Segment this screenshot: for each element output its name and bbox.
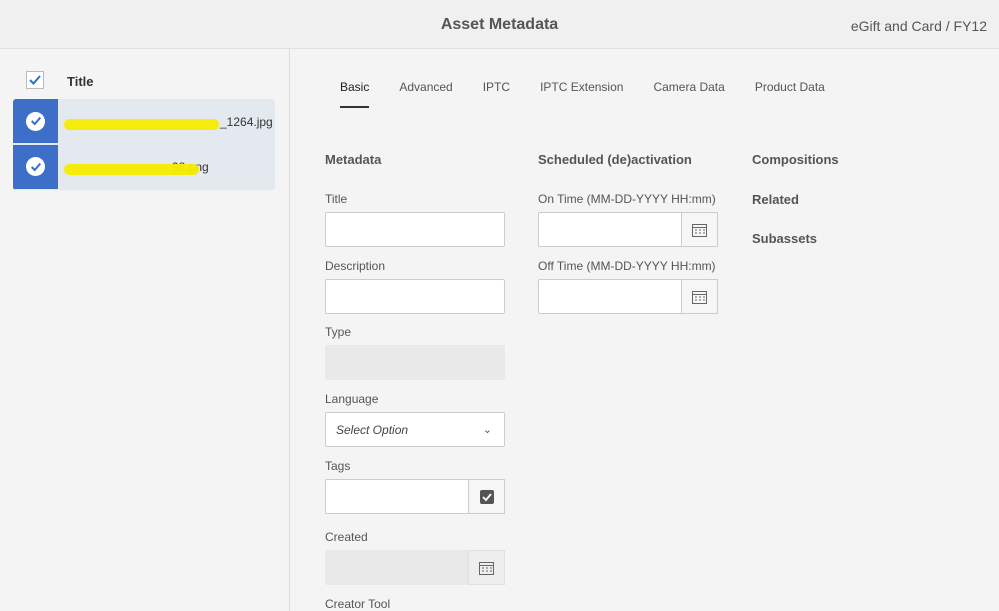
check-icon [29, 75, 41, 85]
asset-thumbnail [13, 144, 58, 190]
check-icon[interactable] [26, 111, 45, 131]
off-time-label: Off Time (MM-DD-YYYY HH:mm) [538, 259, 716, 273]
calendar-button[interactable] [681, 279, 718, 314]
created-label: Created [325, 530, 368, 544]
creator-tool-label: Creator Tool [325, 597, 391, 611]
check-icon[interactable] [26, 157, 45, 177]
list-item[interactable]: _1264.jpg [13, 99, 275, 145]
calendar-icon [479, 561, 494, 575]
subassets-link[interactable]: Subassets [752, 231, 817, 246]
list-item[interactable]: 98.png [13, 144, 275, 191]
tags-input[interactable] [325, 479, 505, 514]
tab-product-data[interactable]: Product Data [755, 80, 825, 108]
title-label: Title [325, 192, 348, 206]
title-column-header: Title [67, 74, 94, 89]
checkbox-icon [479, 489, 494, 504]
asset-name: _1264.jpg [62, 115, 273, 130]
calendar-button[interactable] [681, 212, 718, 247]
tab-advanced[interactable]: Advanced [399, 80, 452, 108]
tags-picker-button[interactable] [468, 479, 505, 514]
calendar-button[interactable] [468, 550, 505, 585]
on-time-input[interactable] [538, 212, 718, 247]
related-link[interactable]: Related [752, 192, 799, 207]
calendar-icon [692, 223, 707, 237]
type-label: Type [325, 325, 352, 339]
asset-name: 98.png [62, 160, 209, 176]
type-input [325, 345, 505, 380]
page-title: Asset Metadata [440, 16, 559, 33]
language-select[interactable]: Select Option ⌄ [325, 412, 505, 447]
tab-camera-data[interactable]: Camera Data [653, 80, 724, 108]
chevron-down-icon: ⌄ [482, 424, 492, 436]
select-all-checkbox[interactable] [26, 71, 44, 89]
tags-label: Tags [325, 459, 351, 473]
calendar-icon [692, 290, 707, 304]
tab-basic[interactable]: Basic [340, 80, 370, 108]
language-value: Select Option [336, 423, 409, 437]
asset-thumbnail [13, 99, 58, 145]
tab-bar: Basic Advanced IPTC IPTC Extension Camer… [340, 80, 855, 108]
created-input [325, 550, 505, 585]
compositions-link[interactable]: Compositions [752, 152, 839, 167]
breadcrumb[interactable]: eGift and Card / FY12 [851, 18, 987, 34]
schedule-heading: Scheduled (de)activation [538, 152, 692, 167]
metadata-heading: Metadata [325, 152, 382, 167]
title-input[interactable] [325, 212, 505, 247]
tab-iptc[interactable]: IPTC [483, 80, 510, 108]
off-time-input[interactable] [538, 279, 718, 314]
language-label: Language [325, 392, 379, 406]
asset-list-panel: Title _1264.jpg 98.png [0, 49, 290, 611]
tab-iptc-extension[interactable]: IPTC Extension [540, 80, 623, 108]
header: Asset Metadata eGift and Card / FY12 [0, 0, 999, 49]
on-time-label: On Time (MM-DD-YYYY HH:mm) [538, 192, 716, 206]
description-label: Description [325, 259, 386, 273]
description-input[interactable] [325, 279, 505, 314]
